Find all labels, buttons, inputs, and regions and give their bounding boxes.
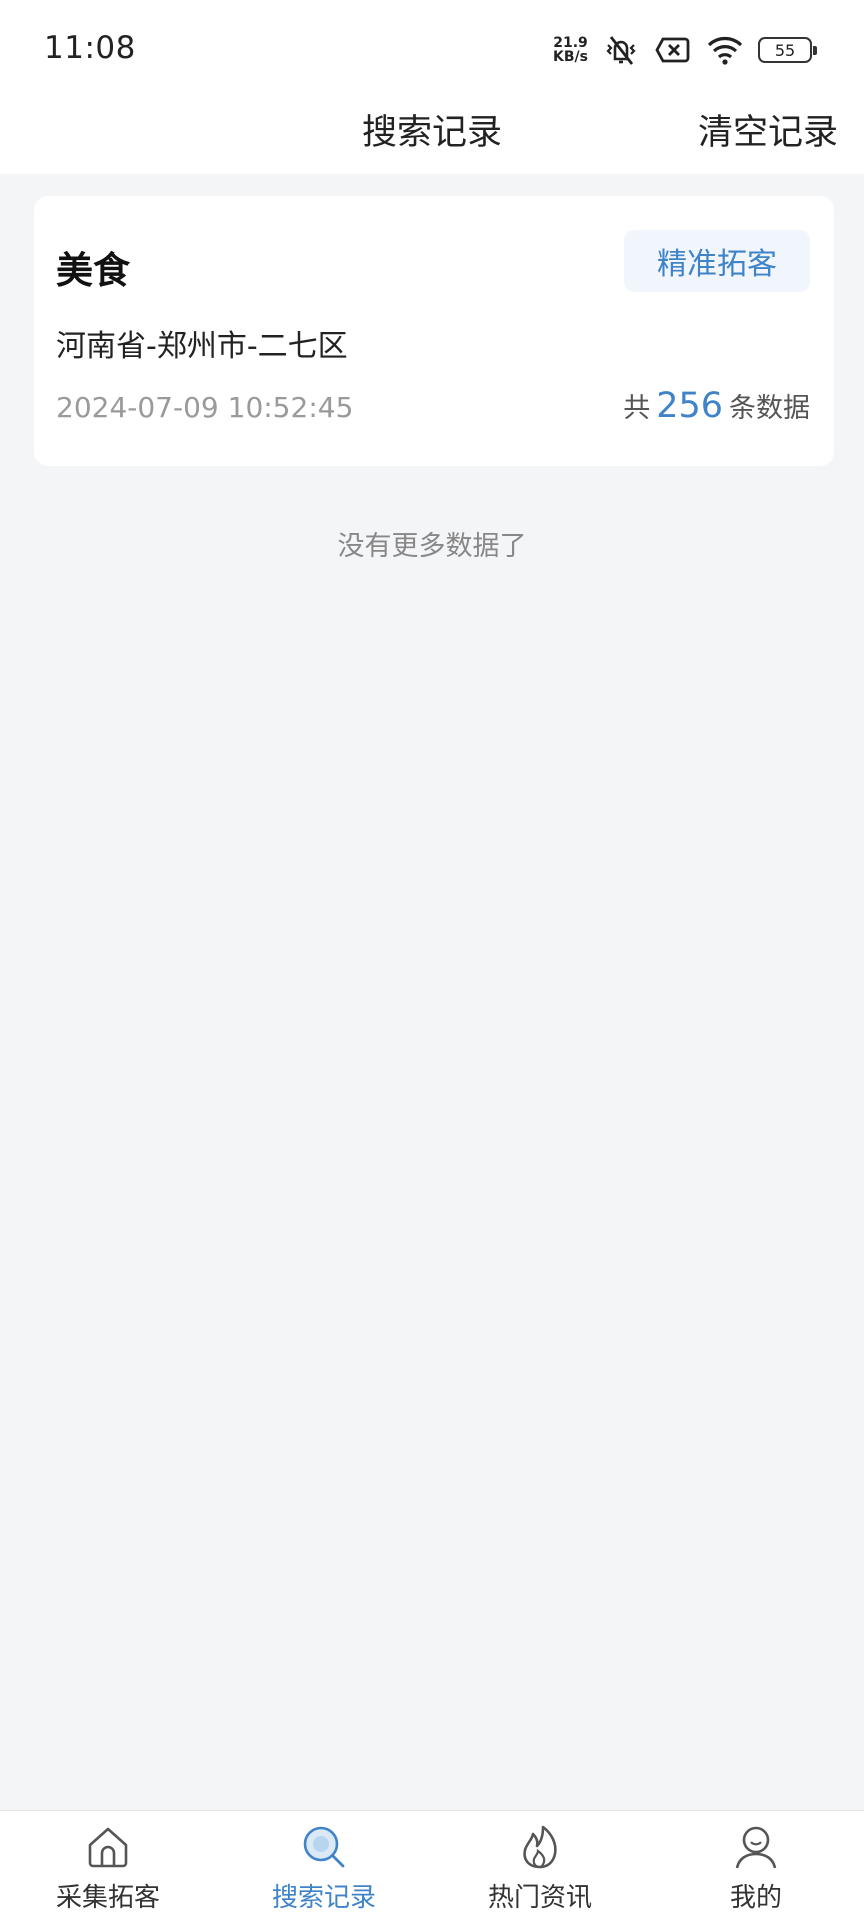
status-time: 11:08 (44, 30, 136, 66)
search-icon (298, 1821, 350, 1873)
home-icon (82, 1821, 134, 1873)
search-record-card[interactable]: 美食 精准拓客 河南省-郑州市-二七区 2024-07-09 10:52:45 … (34, 196, 834, 466)
no-more-data-text: 没有更多数据了 (337, 531, 527, 562)
record-count-prefix: 共 (623, 393, 651, 424)
vibrate-mute-icon (602, 32, 640, 68)
sim-blocked-icon (654, 32, 692, 68)
tab-mine[interactable]: 我的 (648, 1811, 864, 1920)
record-time: 2024-07-09 10:52:45 (56, 391, 354, 424)
tab-label: 热门资讯 (487, 1883, 592, 1913)
tab-label: 采集拓客 (55, 1883, 160, 1913)
precise-prospect-button[interactable]: 精准拓客 (624, 230, 810, 292)
record-count: 共 256 条数据 (623, 386, 810, 426)
fire-icon (514, 1821, 566, 1873)
status-bar: 11:08 21.9 KB/s 55 (0, 0, 864, 100)
record-count-value: 256 (656, 386, 723, 426)
tab-hot-news[interactable]: 热门资讯 (432, 1811, 648, 1920)
tab-label: 我的 (729, 1883, 782, 1913)
tab-search-records[interactable]: 搜索记录 (216, 1811, 432, 1920)
status-icons: 21.9 KB/s 55 (553, 30, 817, 70)
record-region: 河南省-郑州市-二七区 (56, 329, 348, 364)
net-speed-value: 21.9 (553, 35, 588, 51)
user-icon (730, 1821, 782, 1873)
clear-records-button[interactable]: 清空记录 (698, 104, 838, 155)
net-speed: 21.9 KB/s (553, 36, 588, 64)
wifi-icon (706, 32, 744, 68)
record-keyword: 美食 (56, 249, 130, 292)
battery-level: 55 (774, 40, 796, 60)
battery-icon: 55 (758, 37, 817, 63)
tab-collect[interactable]: 采集拓客 (0, 1811, 216, 1920)
bottom-tab-bar: 采集拓客 搜索记录 热门资讯 我的 (0, 1810, 864, 1920)
screen: 11:08 21.9 KB/s 55 搜索记录 清空记录 美食 精准拓客 河南省… (0, 0, 864, 1920)
tab-label: 搜索记录 (271, 1883, 376, 1913)
header: 搜索记录 清空记录 (0, 100, 864, 174)
net-speed-unit: KB/s (553, 49, 588, 65)
record-count-suffix: 条数据 (729, 393, 810, 424)
